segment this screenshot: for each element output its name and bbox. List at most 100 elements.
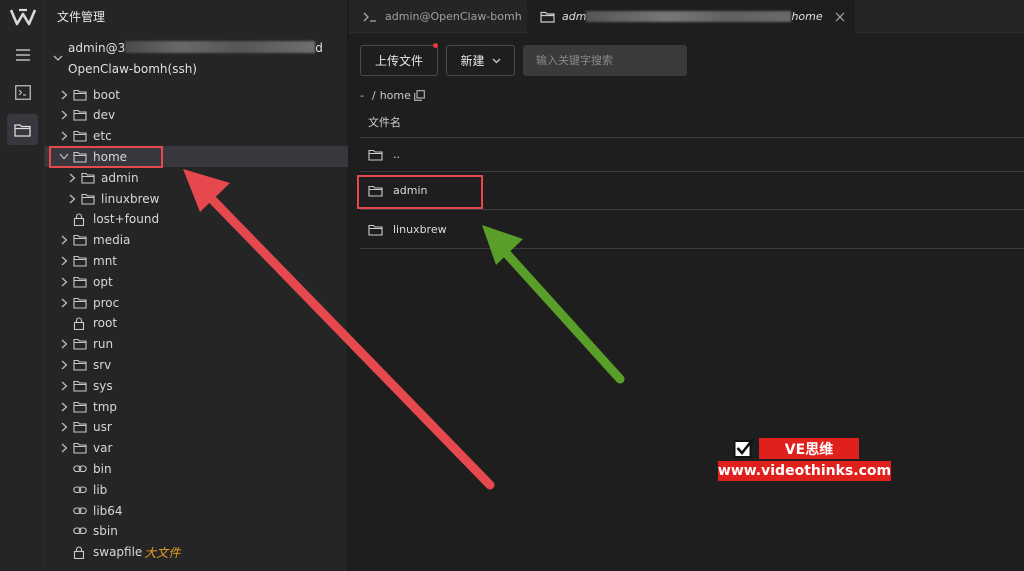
tree-item-lost-found[interactable]: lost+found bbox=[45, 209, 348, 230]
file-row-label: linuxbrew bbox=[393, 223, 447, 236]
lock-icon bbox=[73, 213, 87, 226]
tree-item-usr[interactable]: usr bbox=[45, 417, 348, 438]
search-input[interactable] bbox=[523, 45, 687, 76]
tree-item-lib[interactable]: lib bbox=[45, 479, 348, 500]
breadcrumb-separator: / bbox=[371, 89, 376, 102]
tree-item-label: run bbox=[93, 337, 114, 352]
chevron-right-icon[interactable] bbox=[58, 89, 70, 101]
tree-item-label: boot bbox=[93, 87, 121, 102]
large-file-tag: 大文件 bbox=[144, 545, 181, 560]
folder-icon bbox=[73, 276, 87, 288]
chevron-right-icon[interactable] bbox=[66, 172, 78, 184]
chevron-right-icon[interactable] bbox=[58, 297, 70, 309]
file-row-parent[interactable]: .. bbox=[368, 148, 400, 161]
tab-terminal-label: admin@OpenClaw-bomh bbox=[385, 10, 522, 23]
link-icon bbox=[73, 463, 87, 475]
watermark: VE思维 www.videothinks.com bbox=[718, 437, 891, 482]
chevron-right-icon[interactable] bbox=[66, 193, 78, 205]
link-icon bbox=[73, 505, 87, 517]
tree-item-boot[interactable]: boot bbox=[45, 84, 348, 105]
tree-item-lib64[interactable]: lib64 bbox=[45, 500, 348, 521]
tab-file-manager[interactable]: adm home bbox=[527, 0, 855, 33]
breadcrumb-root[interactable]: - bbox=[360, 89, 364, 102]
terminal-icon bbox=[363, 12, 376, 22]
chevron-right-icon[interactable] bbox=[58, 338, 70, 350]
tree-item-label: bin bbox=[93, 461, 112, 476]
chevron-right-icon[interactable] bbox=[58, 359, 70, 371]
tree-item-mnt[interactable]: mnt bbox=[45, 250, 348, 271]
chevron-right-icon[interactable] bbox=[58, 234, 70, 246]
chevron-right-icon[interactable] bbox=[58, 276, 70, 288]
tree-item-sbin[interactable]: sbin bbox=[45, 521, 348, 542]
tree-item-sys[interactable]: sys bbox=[45, 375, 348, 396]
chevron-right-icon[interactable] bbox=[58, 421, 70, 433]
tree-item-run[interactable]: run bbox=[45, 334, 348, 355]
connection-user-text: admin@3 bbox=[68, 41, 126, 55]
connection-name[interactable]: OpenClaw-bomh(ssh) bbox=[68, 62, 197, 76]
new-button-label: 新建 bbox=[460, 54, 485, 68]
folder-icon bbox=[73, 359, 87, 371]
connection-suffix: d bbox=[315, 41, 323, 55]
folder-icon bbox=[73, 109, 87, 121]
tree-item-proc[interactable]: proc bbox=[45, 292, 348, 313]
folder-icon bbox=[73, 338, 87, 350]
tree-item-opt[interactable]: opt bbox=[45, 271, 348, 292]
tree-item-admin[interactable]: admin bbox=[45, 167, 348, 188]
chevron-right-icon[interactable] bbox=[58, 380, 70, 392]
file-row-linuxbrew[interactable]: linuxbrew bbox=[368, 223, 447, 236]
connection-user[interactable]: admin@3 d bbox=[68, 41, 323, 55]
tab-path-suffix: home bbox=[791, 10, 823, 23]
tree-item-srv[interactable]: srv bbox=[45, 354, 348, 375]
tree-item-label: media bbox=[93, 233, 131, 248]
chevron-right-icon[interactable] bbox=[58, 130, 70, 142]
copy-icon[interactable] bbox=[414, 90, 425, 101]
divider bbox=[360, 171, 1024, 172]
divider bbox=[360, 248, 1024, 249]
breadcrumb-current[interactable]: home bbox=[380, 89, 411, 102]
tree-item-linuxbrew[interactable]: linuxbrew bbox=[45, 188, 348, 209]
tree-item-label: opt bbox=[93, 274, 113, 289]
watermark-url: www.videothinks.com bbox=[717, 461, 892, 481]
folder-icon bbox=[540, 11, 555, 23]
notification-dot bbox=[433, 43, 438, 48]
tree-item-tmp[interactable]: tmp bbox=[45, 396, 348, 417]
terminal-nav-icon[interactable] bbox=[7, 77, 38, 108]
tree-item-bin[interactable]: bin bbox=[45, 458, 348, 479]
tree-item-label: linuxbrew bbox=[101, 191, 160, 206]
chevron-right-icon[interactable] bbox=[58, 442, 70, 454]
tree-item-label: admin bbox=[101, 170, 139, 185]
tree-item-label: srv bbox=[93, 357, 112, 372]
folder-icon bbox=[73, 255, 87, 267]
file-manager-nav-icon[interactable] bbox=[7, 114, 38, 145]
tree-item-label: proc bbox=[93, 295, 120, 310]
tree-item-var[interactable]: var bbox=[45, 438, 348, 459]
new-button[interactable]: 新建 bbox=[446, 45, 515, 76]
folder-icon bbox=[73, 421, 87, 433]
tree-item-dev[interactable]: dev bbox=[45, 105, 348, 126]
folder-icon bbox=[73, 380, 87, 392]
breadcrumb: - / home bbox=[360, 89, 425, 102]
highlight-box-admin bbox=[357, 175, 483, 209]
tree-item-label: var bbox=[93, 441, 113, 456]
tree-item-media[interactable]: media bbox=[45, 230, 348, 251]
tree-item-root[interactable]: root bbox=[45, 313, 348, 334]
close-icon[interactable] bbox=[835, 12, 845, 22]
folder-icon bbox=[81, 172, 95, 184]
tab-path-prefix: adm bbox=[562, 10, 587, 23]
column-header-name[interactable]: 文件名 bbox=[368, 114, 401, 130]
tab-terminal[interactable]: admin@OpenClaw-bomh bbox=[349, 0, 527, 33]
tree-item-etc[interactable]: etc bbox=[45, 126, 348, 147]
menu-icon[interactable] bbox=[7, 39, 38, 70]
tree-item-label: mnt bbox=[93, 253, 117, 268]
tab-bar: admin@OpenClaw-bomh adm home bbox=[349, 0, 1024, 33]
chevron-down-icon[interactable] bbox=[53, 54, 63, 62]
redacted-path bbox=[586, 11, 792, 22]
tree-item-label: tmp bbox=[93, 399, 118, 414]
upload-file-button[interactable]: 上传文件 bbox=[360, 43, 438, 76]
chevron-right-icon[interactable] bbox=[58, 255, 70, 267]
tree-item-label: root bbox=[93, 316, 118, 331]
chevron-right-icon[interactable] bbox=[58, 109, 70, 121]
folder-icon bbox=[73, 89, 87, 101]
tree-item-swapfile[interactable]: swapfile 大文件 bbox=[45, 542, 348, 563]
chevron-right-icon[interactable] bbox=[58, 401, 70, 413]
